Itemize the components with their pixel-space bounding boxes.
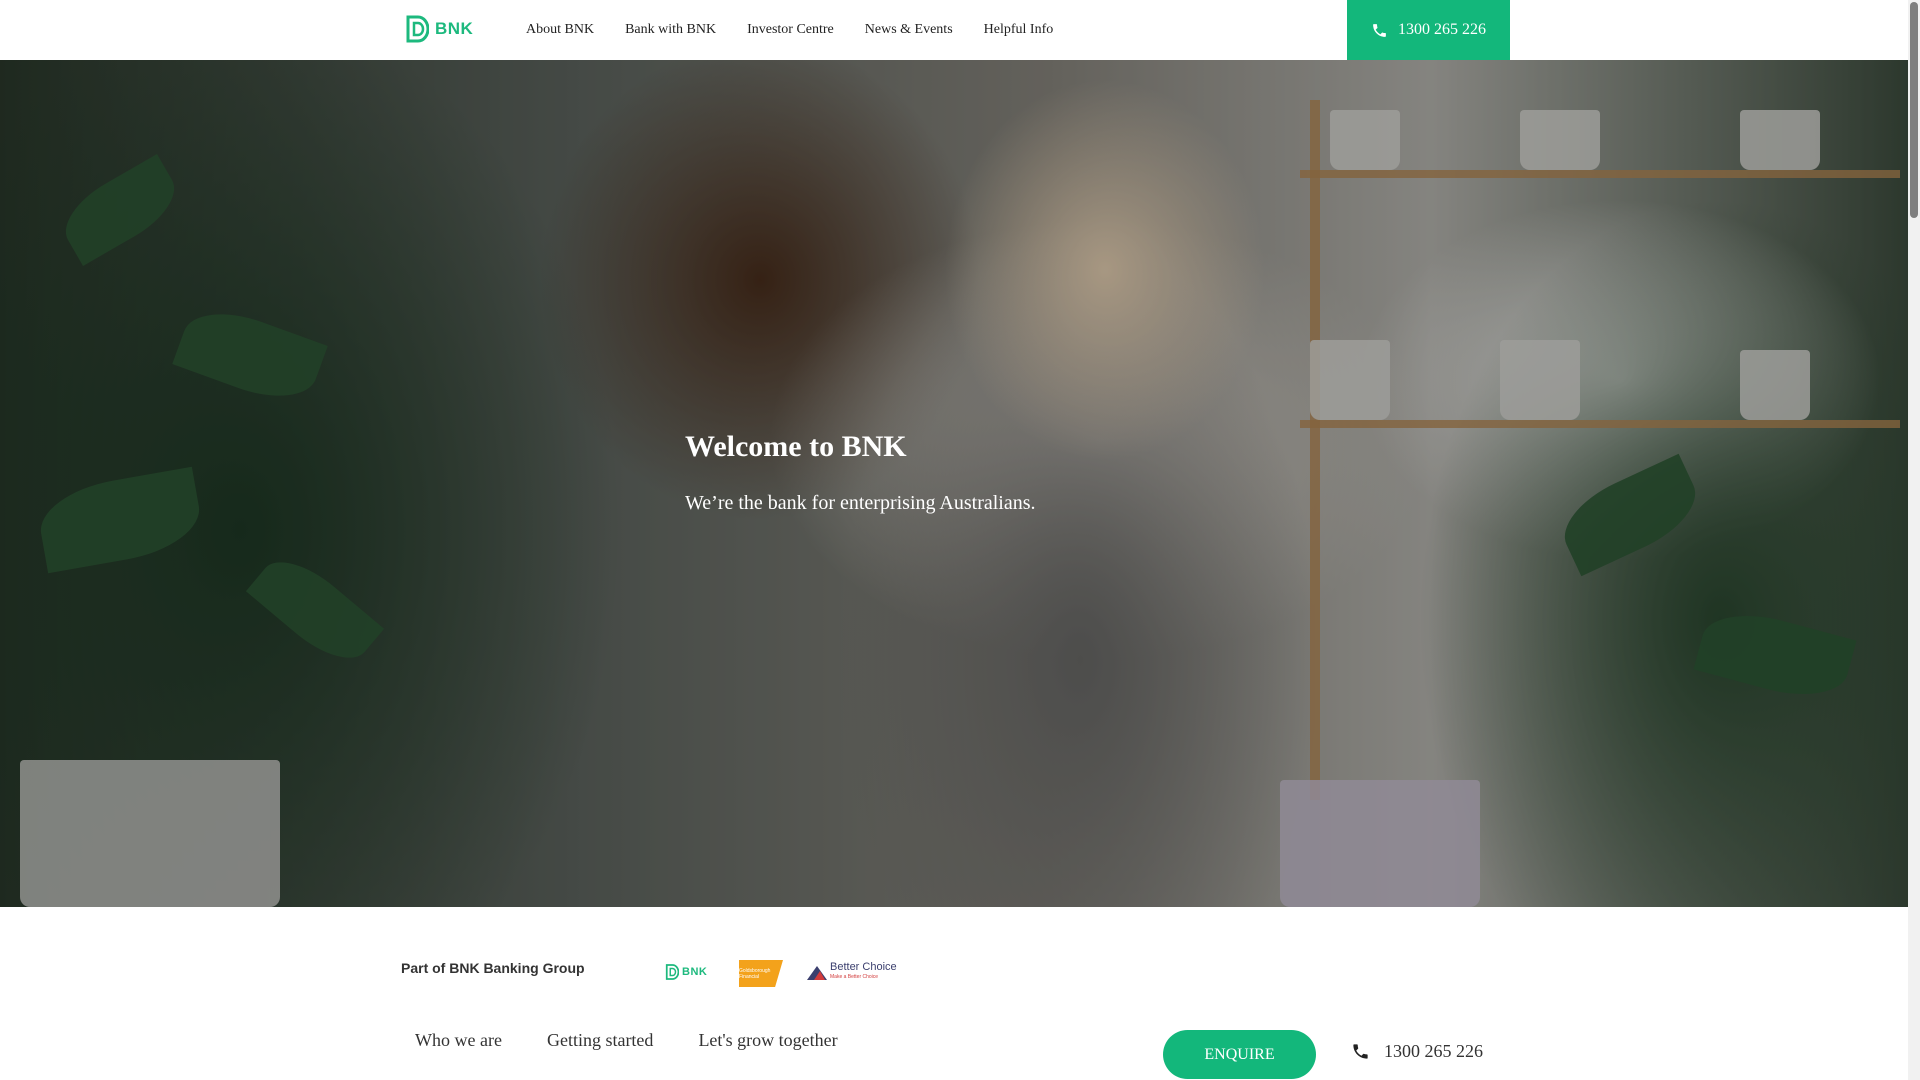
vertical-scrollbar[interactable] <box>1908 0 1920 1080</box>
enquire-button[interactable]: ENQUIRE <box>1163 1030 1316 1079</box>
bnk-logo-icon <box>665 964 679 980</box>
bottom-phone-number: 1300 265 226 <box>1384 1041 1483 1061</box>
nav-investor-centre[interactable]: Investor Centre <box>747 22 834 38</box>
partner-logo-better-choice[interactable]: Better Choice Make a Better Choice <box>806 962 897 982</box>
partner-logo-bnk[interactable]: BNK <box>665 963 707 981</box>
partner-better-choice-tagline: Make a Better Choice <box>830 974 879 980</box>
site-header: BNK About BNK Bank with BNK Investor Cen… <box>0 0 1908 60</box>
scrollbar-thumb[interactable] <box>1910 2 1918 218</box>
header-phone-number: 1300 265 226 <box>1398 21 1486 38</box>
phone-icon <box>1353 1044 1368 1059</box>
bnk-logo[interactable]: BNK <box>405 14 479 44</box>
phone-icon <box>1373 23 1386 37</box>
bnk-logo-icon <box>406 15 429 43</box>
hero-title: Welcome to BNK <box>685 430 907 463</box>
hero-subtitle: We’re the bank for enterprising Australi… <box>685 492 1036 514</box>
partner-bnk-wordmark: BNK <box>682 966 708 978</box>
hero-overlay <box>0 60 1908 907</box>
nav-bank-with-bnk[interactable]: Bank with BNK <box>625 22 716 38</box>
nav-about-bnk[interactable]: About BNK <box>526 22 594 38</box>
nav-helpful-info[interactable]: Helpful Info <box>984 22 1054 38</box>
hero-banner: Welcome to BNK We’re the bank for enterp… <box>0 60 1908 907</box>
header-phone-button[interactable]: 1300 265 226 <box>1347 0 1510 60</box>
group-label: Part of BNK Banking Group <box>401 960 585 976</box>
logo-wordmark: BNK <box>435 19 474 38</box>
bottom-nav-lets-grow-together[interactable]: Let's grow together <box>698 1030 837 1051</box>
bottom-nav-getting-started[interactable]: Getting started <box>547 1030 653 1051</box>
partner-goldsborough-text: Goldsborough Financial <box>739 967 771 980</box>
bottom-phone-link[interactable]: 1300 265 226 <box>1351 1041 1483 1062</box>
main-nav: About BNK Bank with BNK Investor Centre … <box>526 0 1084 60</box>
house-icon <box>807 966 827 980</box>
bottom-nav-who-we-are[interactable]: Who we are <box>415 1030 502 1051</box>
partner-logo-goldsborough[interactable]: Goldsborough Financial <box>739 960 783 987</box>
nav-news-events[interactable]: News & Events <box>865 22 953 38</box>
bottom-nav: Who we are Getting started Let's grow to… <box>415 1030 883 1051</box>
